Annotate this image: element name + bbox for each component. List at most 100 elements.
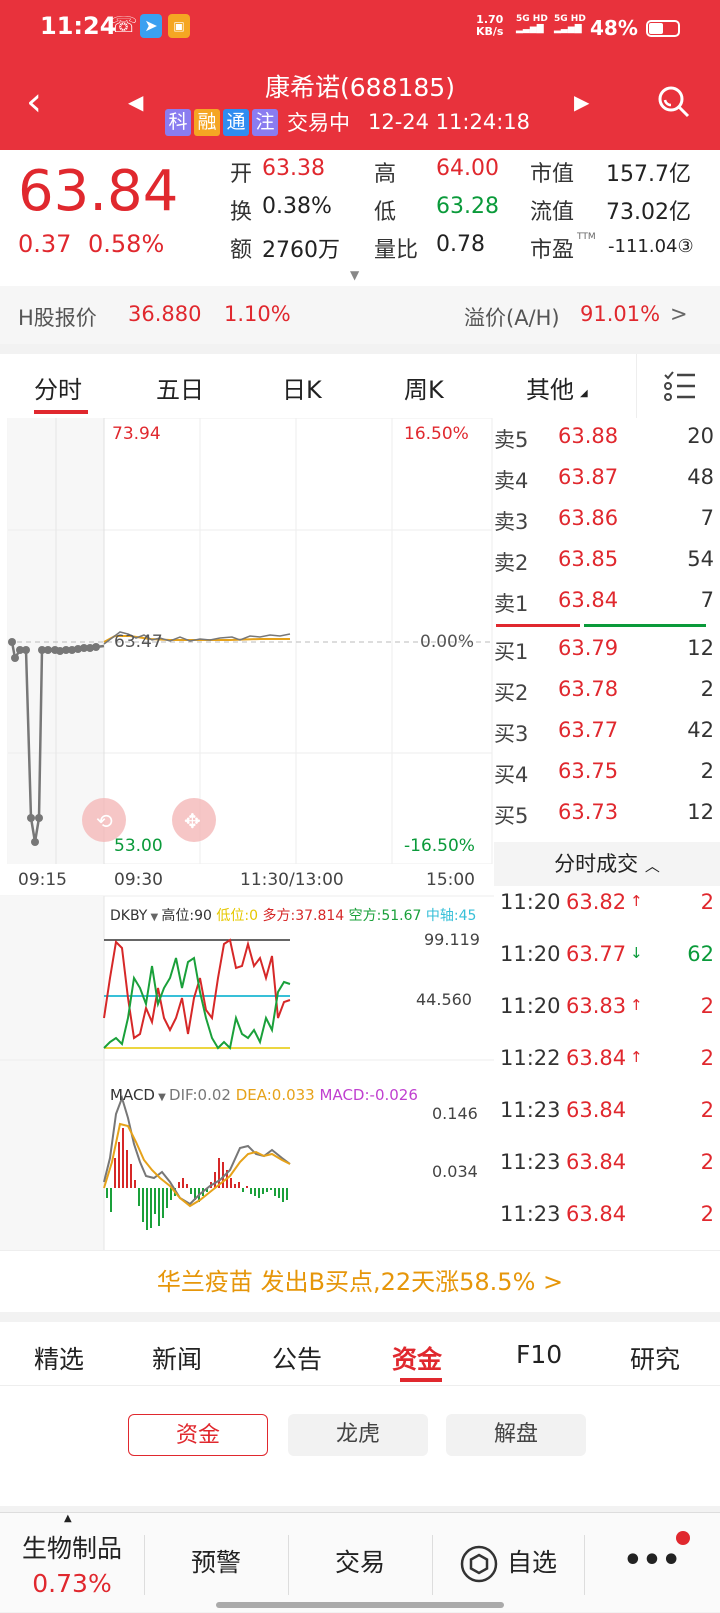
trading-status: 交易中 bbox=[287, 111, 350, 135]
time-label-midday: 11:30/13:00 bbox=[240, 870, 344, 890]
bid-label: 买5 bbox=[494, 804, 529, 828]
trade-button[interactable]: 交易 bbox=[288, 1513, 432, 1613]
volratio-value: 0.78 bbox=[436, 232, 485, 257]
macd-bar bbox=[110, 1188, 112, 1212]
bid-row[interactable]: 买5 63.73 12 bbox=[494, 800, 714, 834]
watchlist-button[interactable]: 自选 bbox=[432, 1513, 584, 1613]
tab-featured[interactable]: 精选 bbox=[34, 1340, 84, 1376]
dkby-dropdown-icon: ▼ bbox=[147, 912, 162, 923]
alert-button[interactable]: 预警 bbox=[144, 1513, 288, 1613]
bid-price: 63.73 bbox=[558, 800, 619, 824]
trade-price: 63.77 bbox=[566, 942, 627, 966]
bid-volume: 12 bbox=[687, 800, 714, 824]
tag-margin: 融 bbox=[194, 108, 220, 136]
macd-legend[interactable]: MACD ▼ DIF:0.02 DEA:0.033 MACD:-0.026 bbox=[110, 1086, 490, 1104]
ask-volume: 7 bbox=[700, 506, 714, 530]
ask-row[interactable]: 卖1 63.84 7 bbox=[494, 588, 714, 622]
ask-row[interactable]: 卖3 63.86 7 bbox=[494, 506, 714, 540]
dkby-low: 低位:0 bbox=[216, 908, 259, 924]
trade-price: 63.82 bbox=[566, 890, 627, 914]
sector-button[interactable]: 生物制品 0.73% bbox=[0, 1513, 144, 1613]
trade-volume: 62 bbox=[687, 942, 714, 966]
price-change-pct: 0.58% bbox=[88, 230, 165, 258]
macd-top-value: 0.146 bbox=[432, 1104, 478, 1123]
tag-star-market: 科 bbox=[165, 108, 191, 136]
trade-volume: 2 bbox=[700, 1098, 714, 1122]
trades-header[interactable]: 分时成交 ︿ bbox=[494, 842, 720, 886]
ask-row[interactable]: 卖5 63.88 20 bbox=[494, 424, 714, 458]
phone-icon: ☏ bbox=[110, 13, 138, 38]
ask-label: 卖2 bbox=[494, 551, 529, 575]
h-share-row[interactable]: H股报价 36.880 1.10% 溢价(A/H) 91.01% > bbox=[0, 286, 720, 344]
trade-time: 11:20 bbox=[500, 890, 561, 914]
bid-row[interactable]: 买4 63.75 2 bbox=[494, 759, 714, 793]
time-label-1500: 15:00 bbox=[426, 870, 475, 890]
subtab-dragon-tiger[interactable]: 龙虎 bbox=[288, 1414, 428, 1456]
trade-volume: 2 bbox=[700, 1202, 714, 1226]
up-arrow-icon: ↑ bbox=[630, 892, 643, 910]
chart-settings-button[interactable] bbox=[636, 354, 720, 418]
active-info-tab-indicator bbox=[400, 1378, 442, 1382]
turnover-label: 换 bbox=[230, 200, 253, 225]
premium-arrow-icon[interactable]: > bbox=[670, 302, 688, 326]
float-label: 流值 bbox=[530, 200, 575, 225]
more-dots-icon: ••• bbox=[623, 1543, 681, 1578]
bid-row[interactable]: 买1 63.79 12 bbox=[494, 636, 714, 670]
dkby-legend[interactable]: DKBY ▼ 高位:90 低位:0 多方:37.814 空方:51.67 中轴:… bbox=[110, 906, 490, 928]
tab-news[interactable]: 新闻 bbox=[152, 1340, 202, 1376]
tab-intraday[interactable]: 分时 bbox=[34, 370, 82, 405]
trade-row: 11:20 63.83 ↑ 2 bbox=[494, 994, 714, 1028]
trade-volume: 2 bbox=[700, 1046, 714, 1070]
macd-bar bbox=[286, 1188, 288, 1200]
trade-row: 11:20 63.82 ↑ 2 bbox=[494, 890, 714, 924]
tab-announcements[interactable]: 公告 bbox=[272, 1340, 322, 1376]
bid-label: 买4 bbox=[494, 763, 529, 787]
trade-volume: 2 bbox=[700, 1150, 714, 1174]
premium-value: 91.01% bbox=[580, 302, 661, 326]
svg-text:✥: ✥ bbox=[184, 809, 201, 833]
bottom-bar: ▲ 生物制品 0.73% 预警 交易 自选 ••• bbox=[0, 1512, 720, 1612]
macd-bar bbox=[178, 1182, 180, 1188]
tab-five-day[interactable]: 五日 bbox=[156, 370, 204, 405]
trade-time: 11:23 bbox=[500, 1202, 561, 1226]
h-share-pct: 1.10% bbox=[224, 302, 291, 326]
chart-bottom-price: 53.00 bbox=[114, 836, 163, 856]
promo-banner[interactable]: 华兰疫苗 发出B买点,22天涨58.5% > bbox=[0, 1250, 720, 1312]
intraday-chart[interactable]: ⟲ ✥ bbox=[0, 418, 494, 1250]
bid-price: 63.78 bbox=[558, 677, 619, 701]
bid-label: 买1 bbox=[494, 640, 529, 664]
mktcap-label: 市值 bbox=[530, 162, 575, 187]
ask-volume: 20 bbox=[687, 424, 714, 448]
list-settings-icon bbox=[664, 371, 695, 401]
ask-row[interactable]: 卖4 63.87 48 bbox=[494, 465, 714, 499]
macd-bar bbox=[162, 1188, 164, 1218]
signal-2-icon: 5G HD ▂▃▅▇ bbox=[554, 14, 586, 34]
search-icon[interactable] bbox=[656, 84, 690, 118]
dkby-mid-value: 44.560 bbox=[416, 990, 472, 1009]
tab-funds[interactable]: 资金 bbox=[392, 1340, 442, 1376]
chart-top-price: 73.94 bbox=[112, 424, 161, 444]
chart-top-pct: 16.50% bbox=[404, 424, 469, 444]
more-menu-button[interactable]: ••• bbox=[584, 1513, 720, 1613]
header: 11:24 ☏ ➤ ▣ 1.70 KB/s 5G HD ▂▃▅▇ 5G HD ▂▃▅▇… bbox=[0, 0, 720, 150]
trade-time: 11:20 bbox=[500, 942, 561, 966]
ask-volume: 7 bbox=[700, 588, 714, 612]
subtab-funds[interactable]: 资金 bbox=[128, 1414, 268, 1456]
ask-row[interactable]: 卖2 63.85 54 bbox=[494, 547, 714, 581]
tab-f10[interactable]: F10 bbox=[516, 1340, 562, 1369]
bid-row[interactable]: 买2 63.78 2 bbox=[494, 677, 714, 711]
trade-price: 63.84 bbox=[566, 1098, 627, 1122]
up-arrow-icon: ↑ bbox=[630, 1048, 643, 1066]
tab-research[interactable]: 研究 bbox=[630, 1340, 680, 1376]
macd-mid-value: 0.034 bbox=[432, 1162, 478, 1181]
expand-chevron-icon[interactable]: ▼ bbox=[350, 268, 359, 282]
tab-weekly-k[interactable]: 周K bbox=[404, 370, 444, 405]
tab-daily-k[interactable]: 日K bbox=[282, 370, 322, 405]
tab-other[interactable]: 其他 bbox=[526, 370, 574, 405]
macd-bar bbox=[214, 1172, 216, 1188]
macd-dea: DEA:0.033 bbox=[235, 1086, 315, 1104]
bid-row[interactable]: 买3 63.77 42 bbox=[494, 718, 714, 752]
dkby-top-value: 99.119 bbox=[424, 930, 480, 949]
subtab-analysis[interactable]: 解盘 bbox=[446, 1414, 586, 1456]
next-stock-button[interactable]: ▶ bbox=[574, 90, 589, 114]
